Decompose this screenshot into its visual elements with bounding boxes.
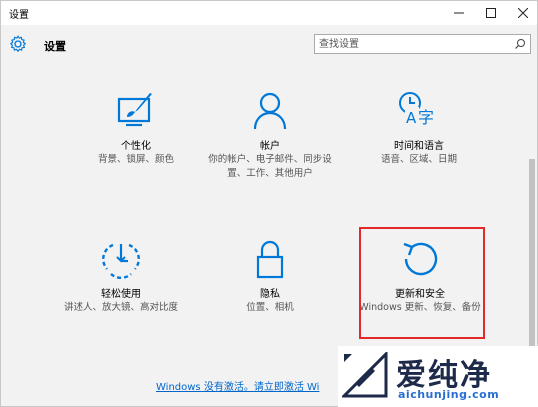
tile-privacy[interactable]: 隐私 位置、相机 bbox=[200, 239, 340, 359]
tile-title: 隐私 bbox=[260, 289, 280, 300]
tile-time-language[interactable]: A 字 时间和语言 语音、区域、日期 bbox=[349, 91, 489, 211]
highlight-box bbox=[359, 227, 485, 339]
maximize-icon bbox=[486, 8, 496, 18]
search-input[interactable] bbox=[319, 37, 509, 51]
time-language-icon: A 字 bbox=[399, 92, 434, 127]
privacy-lock-icon bbox=[256, 240, 284, 279]
account-icon bbox=[253, 92, 287, 130]
tile-ease-of-access[interactable]: 轻松使用 讲述人、放大镜、高对比度 bbox=[51, 239, 191, 359]
svg-text:A: A bbox=[406, 109, 417, 127]
search-box[interactable] bbox=[314, 34, 531, 54]
settings-header: 设置 bbox=[1, 25, 537, 67]
watermark-logo-icon bbox=[342, 352, 388, 398]
gear-icon bbox=[10, 35, 26, 52]
tile-title: 时间和语言 bbox=[394, 141, 444, 152]
watermark: 爱纯净 aichunjing.com bbox=[338, 346, 538, 407]
tile-personalization[interactable]: 个性化 背景、锁屏、颜色 bbox=[66, 91, 206, 211]
watermark-url: aichunjing.com bbox=[398, 388, 500, 401]
tile-description: 背景、锁屏、颜色 bbox=[97, 154, 174, 165]
maximize-button[interactable] bbox=[473, 1, 509, 25]
settings-window: 设置 设置 个性化 bbox=[0, 0, 538, 407]
tile-description: 讲述人、放大镜、高对比度 bbox=[63, 302, 178, 313]
tile-description: 你的帐户、电子邮件、同步设置、工作、其他用户 bbox=[208, 154, 332, 179]
tile-accounts[interactable]: 帐户 你的帐户、电子邮件、同步设置、工作、其他用户 bbox=[200, 91, 340, 211]
ease-of-access-icon bbox=[102, 243, 140, 279]
tile-title: 轻松使用 bbox=[101, 289, 141, 300]
tile-description: 位置、相机 bbox=[246, 302, 294, 313]
search-icon[interactable] bbox=[514, 38, 526, 50]
personalization-icon bbox=[117, 93, 152, 127]
close-button[interactable] bbox=[505, 1, 538, 25]
activate-windows-link[interactable]: Windows 没有激活。请立即激活 Wi bbox=[156, 378, 319, 393]
close-icon bbox=[518, 8, 528, 18]
tile-description: 语音、区域、日期 bbox=[380, 154, 457, 165]
svg-text:字: 字 bbox=[418, 108, 434, 127]
window-title: 设置 bbox=[9, 10, 29, 21]
tile-title: 帐户 bbox=[260, 141, 280, 152]
minimize-icon bbox=[454, 12, 464, 14]
page-title: 设置 bbox=[44, 40, 66, 53]
tile-title: 个性化 bbox=[121, 141, 151, 152]
minimize-button[interactable] bbox=[441, 1, 477, 25]
title-bar: 设置 bbox=[1, 1, 537, 25]
scrollbar-thumb[interactable] bbox=[529, 159, 535, 349]
